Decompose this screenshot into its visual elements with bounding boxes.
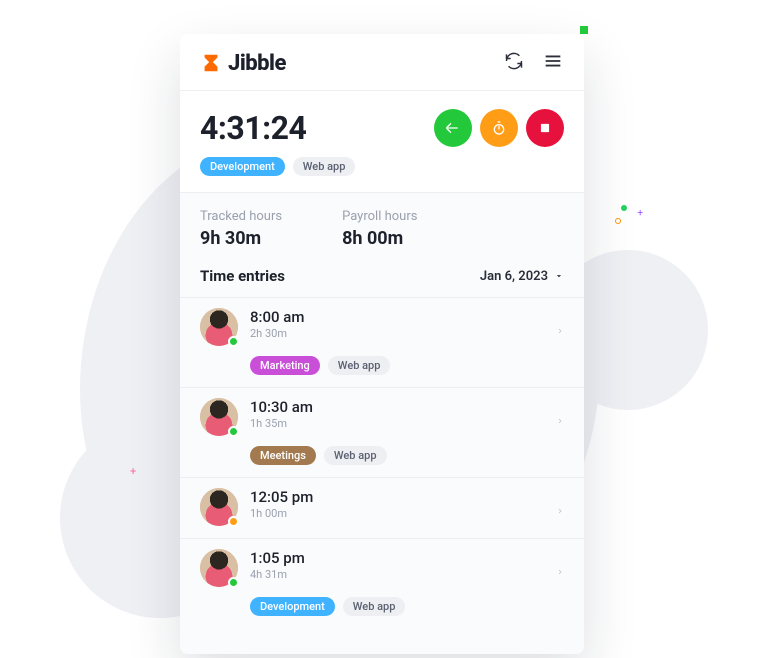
avatar [200,488,238,526]
avatar [200,398,238,436]
time-entry-row[interactable]: 12:05 pm1h 00m [180,477,584,538]
payroll-hours-label: Payroll hours [342,209,417,224]
menu-icon[interactable] [542,50,564,76]
entry-duration: 1h 35m [250,417,564,430]
project-tag[interactable]: Web app [328,356,391,375]
avatar [200,549,238,587]
entry-duration: 2h 30m [250,327,564,340]
location-button[interactable] [434,109,472,147]
summary-section: Tracked hours 9h 30m Payroll hours 8h 00… [180,193,584,267]
project-tag[interactable]: Web app [293,157,356,176]
sync-icon[interactable] [504,51,524,75]
activity-tag[interactable]: Marketing [250,356,320,375]
activity-tag[interactable]: Meetings [250,446,316,465]
activity-tag[interactable]: Development [200,157,285,176]
chevron-right-icon [556,502,564,521]
project-tag[interactable]: Web app [324,446,387,465]
entry-duration: 4h 31m [250,568,564,581]
activity-tag[interactable]: Development [250,597,335,616]
time-entry-row[interactable]: 1:05 pm4h 31m Development Web app [180,538,584,628]
entry-time: 8:00 am [250,308,564,326]
entry-time: 1:05 pm [250,549,564,567]
entry-time: 12:05 pm [250,488,564,506]
header: Jibble [180,34,584,91]
stop-button[interactable] [526,109,564,147]
tracked-hours-value: 9h 30m [200,228,282,249]
timer-section: 4:31:24 Development Web app [180,91,584,193]
date-picker[interactable]: Jan 6, 2023 [480,269,564,284]
entry-body: 1:05 pm4h 31m Development Web app [250,549,564,616]
decor-dot [621,205,627,211]
timer-value: 4:31:24 [200,109,306,147]
entries-header: Time entries Jan 6, 2023 [180,267,584,297]
decor-plus: + [637,208,643,219]
project-tag[interactable]: Web app [343,597,406,616]
status-dot [228,516,239,527]
status-dot [228,336,239,347]
decor-circle [615,218,621,224]
entries-title: Time entries [200,267,285,285]
decor-plus: + [130,465,136,478]
chevron-right-icon [556,563,564,582]
payroll-hours-value: 8h 00m [342,228,417,249]
chevron-right-icon [556,412,564,431]
break-button[interactable] [480,109,518,147]
entry-body: 12:05 pm1h 00m [250,488,564,526]
status-dot [228,577,239,588]
chevron-down-icon [554,271,564,281]
status-dot [228,426,239,437]
entries-list: 8:00 am2h 30mMarketingWeb app10:30 am1h … [180,297,584,654]
brand-logo: Jibble [200,51,286,76]
chevron-right-icon [556,322,564,341]
hourglass-icon [200,52,222,74]
entry-duration: 1h 00m [250,507,564,520]
entry-body: 8:00 am2h 30m Marketing Web app [250,308,564,375]
decor-tab [580,26,588,34]
brand-name: Jibble [228,51,286,76]
app-card: Jibble 4:31:24 [180,34,584,654]
time-entry-row[interactable]: 8:00 am2h 30m Marketing Web app [180,297,584,387]
time-entry-row[interactable]: 10:30 am1h 35m Meetings Web app [180,387,584,477]
tracked-hours-label: Tracked hours [200,209,282,224]
date-value: Jan 6, 2023 [480,269,548,284]
entry-time: 10:30 am [250,398,564,416]
entry-body: 10:30 am1h 35m Meetings Web app [250,398,564,465]
avatar [200,308,238,346]
